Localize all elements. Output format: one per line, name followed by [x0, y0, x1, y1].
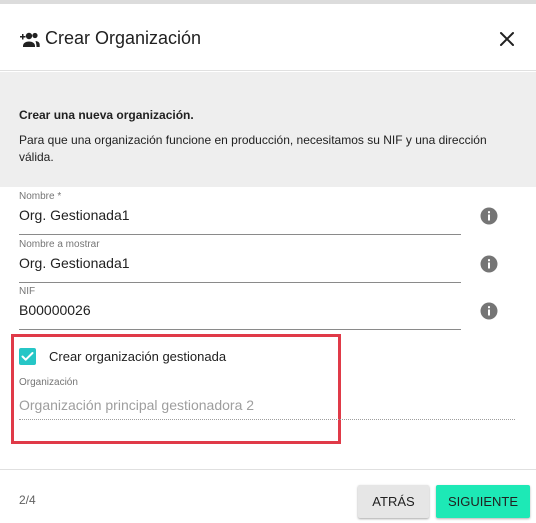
nombre-mostrar-input[interactable]	[19, 255, 461, 271]
nif-label: NIF	[19, 286, 36, 297]
organizacion-label: Organización	[19, 377, 78, 388]
back-button[interactable]: ATRÁS	[358, 485, 429, 518]
organizacion-placeholder[interactable]: Organización principal gestionadora 2	[19, 397, 254, 413]
info-title: Crear una nueva organización.	[19, 108, 194, 122]
nombre-mostrar-field[interactable]: Nombre a mostrar	[19, 239, 461, 283]
close-icon[interactable]	[496, 28, 518, 50]
checkbox-label: Crear organización gestionada	[49, 349, 227, 364]
info-icon[interactable]	[480, 302, 498, 320]
next-button[interactable]: SIGUIENTE	[436, 485, 530, 518]
info-icon[interactable]	[480, 207, 498, 225]
step-indicator: 2/4	[19, 493, 36, 507]
nombre-input[interactable]	[19, 207, 461, 223]
nombre-label: Nombre *	[19, 191, 62, 202]
nombre-field[interactable]: Nombre *	[19, 191, 461, 235]
info-text: Para que una organización funcione en pr…	[19, 133, 487, 164]
dialog-footer: 2/4 ATRÁS SIGUIENTE	[0, 469, 536, 523]
organizacion-field[interactable]: Organización Organización principal gest…	[19, 377, 515, 420]
nombre-mostrar-label: Nombre a mostrar	[19, 239, 100, 250]
create-organization-dialog: Crear Organización Crear una nueva organ…	[0, 0, 536, 523]
dialog-title: Crear Organización	[45, 28, 202, 48]
info-panel: Crear una nueva organización. Para que u…	[0, 72, 536, 187]
dialog-header: Crear Organización	[0, 4, 536, 71]
nif-input[interactable]	[19, 302, 461, 318]
checkbox-checked-icon[interactable]	[19, 348, 36, 365]
add-group-icon	[20, 32, 40, 47]
nif-field[interactable]: NIF	[19, 286, 461, 330]
info-icon[interactable]	[480, 255, 498, 273]
